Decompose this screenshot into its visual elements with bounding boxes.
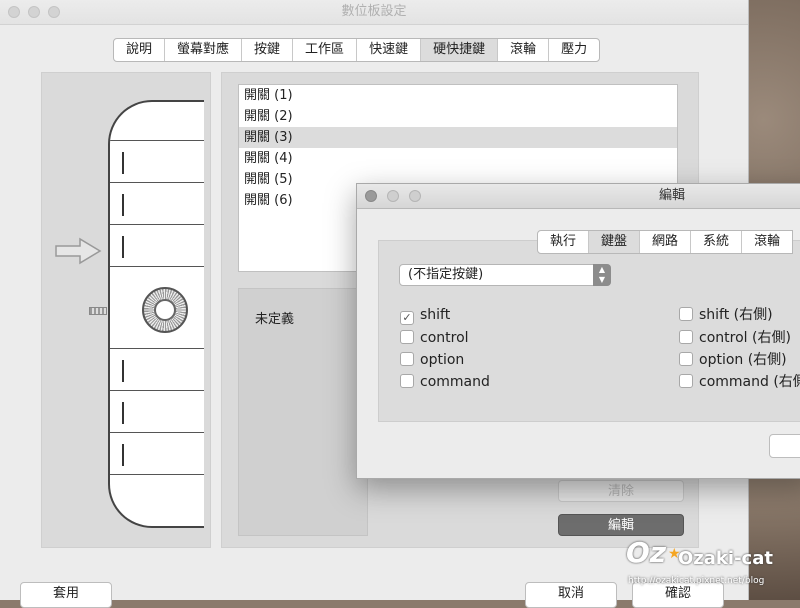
- hotkey-switch-3[interactable]: [122, 236, 124, 258]
- hotkey-switch-6[interactable]: [122, 444, 124, 466]
- checkbox-label: shift: [420, 307, 451, 323]
- tab-wheel[interactable]: 滾輪: [497, 39, 548, 61]
- checkbox-label: command: [420, 374, 490, 390]
- checkbox-box[interactable]: ✓: [400, 311, 414, 325]
- zoom-window-button[interactable]: [48, 6, 60, 18]
- function-label: 未定義: [255, 312, 295, 327]
- checkbox-right-command[interactable]: command (右側: [679, 373, 800, 391]
- dialog-minimize-button[interactable]: [387, 190, 399, 202]
- tab-hotkeys[interactable]: 快速鍵: [356, 39, 420, 61]
- close-window-button[interactable]: [8, 6, 20, 18]
- checkbox-box[interactable]: [679, 330, 693, 344]
- checkbox-box[interactable]: [400, 330, 414, 344]
- dialog-tab-system[interactable]: 系統: [690, 231, 741, 253]
- checkbox-box[interactable]: [679, 307, 693, 321]
- checkbox-command[interactable]: command: [400, 373, 490, 391]
- checkbox-label: option (右側): [699, 352, 787, 368]
- key-select[interactable]: (不指定按鍵) ▲ ▼: [399, 264, 611, 286]
- checkbox-right-shift[interactable]: shift (右側): [679, 306, 773, 324]
- apply-button[interactable]: 套用: [20, 582, 112, 608]
- tab-buttons[interactable]: 按鍵: [241, 39, 292, 61]
- dialog-tab-keyboard[interactable]: 鍵盤: [588, 231, 640, 253]
- checkbox-box[interactable]: [400, 374, 414, 388]
- tab-pressure[interactable]: 壓力: [548, 39, 599, 61]
- chevron-up-down-icon: ▲ ▼: [593, 264, 611, 286]
- hotkey-switch-2[interactable]: [122, 194, 124, 216]
- dialog-tab-bar: 執行 鍵盤 網路 系統 滾輪: [537, 230, 794, 254]
- cancel-button[interactable]: 取消: [525, 582, 617, 608]
- checkbox-box[interactable]: [400, 352, 414, 366]
- dialog-action-button[interactable]: [769, 434, 800, 458]
- watermark-name: Ozaki-cat: [678, 548, 773, 569]
- selected-key-arrow-icon: [55, 237, 102, 265]
- checkbox-label: shift (右側): [699, 307, 773, 323]
- checkbox-control[interactable]: control: [400, 329, 469, 347]
- hotkey-switch-1[interactable]: [122, 152, 124, 174]
- hotkey-switch-4[interactable]: [122, 360, 124, 382]
- main-tab-bar: 說明 螢幕對應 按鍵 工作區 快速鍵 硬快捷鍵 滾輪 壓力: [113, 38, 601, 62]
- hotkey-switch-5[interactable]: [122, 402, 124, 424]
- switch-list-item[interactable]: 開關 (1): [239, 85, 677, 106]
- dialog-tab-network[interactable]: 網路: [639, 231, 690, 253]
- dialog-close-button[interactable]: [365, 190, 377, 202]
- dialog-tab-wheel[interactable]: 滾輪: [741, 231, 792, 253]
- checkbox-label: command (右側: [699, 374, 800, 390]
- watermark-url: http://ozakicat.pixnet.net/blog: [628, 576, 765, 586]
- watermark-logo-icon: Oz: [626, 536, 667, 569]
- window-title: 數位板設定: [341, 4, 407, 19]
- dialog-zoom-button[interactable]: [409, 190, 421, 202]
- edit-dialog: 編輯 執行 鍵盤 網路 系統 滾輪 (不指定按鍵) ▲ ▼ ✓ shift cont…: [356, 183, 800, 479]
- checkbox-right-option[interactable]: option (右側): [679, 351, 787, 369]
- edit-button[interactable]: 編輯: [558, 514, 684, 536]
- touch-ring-icon: [142, 287, 188, 333]
- watermark: Oz ★ Ozaki-cat http://ozakicat.pixnet.ne…: [626, 536, 796, 592]
- key-select-value: (不指定按鍵): [408, 267, 484, 282]
- switch-list-item[interactable]: 開關 (4): [239, 148, 677, 169]
- dialog-title: 編輯: [659, 188, 686, 203]
- tab-work-area[interactable]: 工作區: [292, 39, 356, 61]
- tablet-side-button-icon: [89, 307, 107, 315]
- tab-hardware-hotkeys[interactable]: 硬快捷鍵: [420, 39, 498, 61]
- checkbox-label: option: [420, 352, 465, 368]
- checkbox-box[interactable]: [679, 352, 693, 366]
- switch-list-item[interactable]: 開關 (2): [239, 106, 677, 127]
- checkbox-shift[interactable]: ✓ shift: [400, 306, 451, 325]
- checkbox-option[interactable]: option: [400, 351, 464, 369]
- dialog-titlebar: 編輯: [357, 184, 800, 209]
- checkbox-label: control: [420, 330, 469, 346]
- window-titlebar: 數位板設定: [0, 0, 748, 25]
- checkbox-box[interactable]: [679, 374, 693, 388]
- clear-button[interactable]: 清除: [558, 480, 684, 502]
- dialog-tab-execute[interactable]: 執行: [538, 231, 588, 253]
- checkbox-label: control (右側): [699, 330, 791, 346]
- tab-help[interactable]: 說明: [114, 39, 164, 61]
- minimize-window-button[interactable]: [28, 6, 40, 18]
- checkbox-right-control[interactable]: control (右側): [679, 329, 791, 347]
- switch-list-item[interactable]: 開關 (3): [239, 127, 677, 148]
- tab-screen-mapping[interactable]: 螢幕對應: [164, 39, 241, 61]
